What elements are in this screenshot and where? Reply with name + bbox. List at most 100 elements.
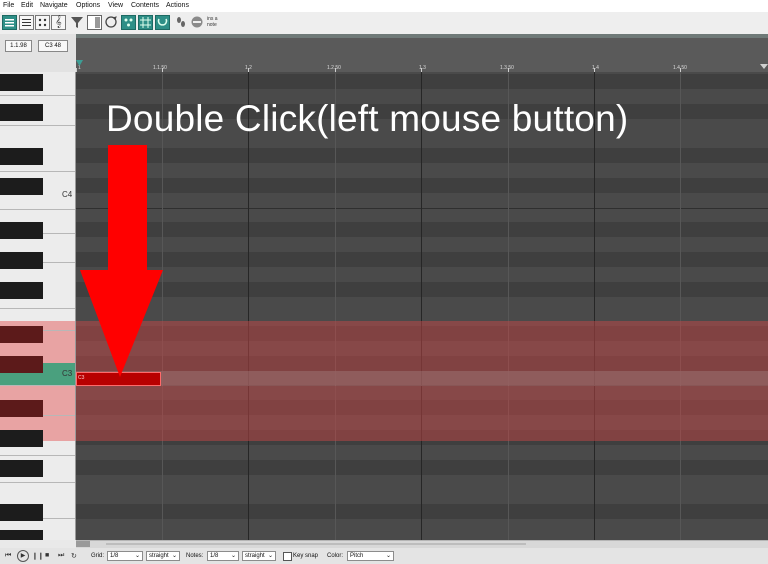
scroll-thumb[interactable] bbox=[106, 543, 526, 545]
black-key-row bbox=[76, 460, 768, 475]
color-label: Color: bbox=[327, 553, 344, 559]
black-key[interactable] bbox=[0, 326, 43, 343]
black-key[interactable] bbox=[0, 356, 43, 373]
bottom-bar: ⏮ ▶ ❙❙ ■ ⏭ ↻ Grid: 1/8 ⌄ straight ⌄ Notes:… bbox=[0, 548, 768, 564]
zoom-handle[interactable] bbox=[76, 541, 90, 547]
timeline-ruler[interactable]: 1 1.1.50 1.2 1.2.50 1.3 1.3.50 1.4 1.4.5… bbox=[76, 34, 768, 72]
chevron-down-icon: ⌄ bbox=[230, 553, 236, 559]
white-key-line bbox=[0, 385, 75, 386]
play-icon[interactable]: ▶ bbox=[17, 550, 29, 562]
chevron-down-icon: ⌄ bbox=[134, 553, 140, 559]
ruler-label: 1.1.50 bbox=[153, 65, 167, 71]
menu-contents[interactable]: Contents bbox=[131, 2, 159, 9]
key-snap-checkbox[interactable] bbox=[283, 552, 292, 561]
key-snap-label: Key snap bbox=[293, 553, 319, 559]
grid-select[interactable]: 1/8 ⌄ bbox=[107, 551, 143, 561]
black-key[interactable] bbox=[0, 252, 43, 269]
black-key-row bbox=[76, 222, 768, 237]
grid-mode-value: straight bbox=[149, 553, 169, 559]
menu-bar: File Edit Navigate Options View Contents… bbox=[0, 0, 768, 12]
menu-options[interactable]: Options bbox=[76, 2, 100, 9]
black-key-row bbox=[76, 178, 768, 193]
note-position-display[interactable]: C3 48 bbox=[38, 40, 68, 52]
color-select[interactable]: Pitch ⌄ bbox=[347, 551, 394, 561]
piano-roll-view-icon[interactable] bbox=[2, 15, 17, 30]
key-label-c3: C3 bbox=[62, 369, 73, 378]
pause-icon[interactable]: ❙❙ bbox=[32, 552, 44, 560]
black-key[interactable] bbox=[0, 148, 43, 165]
rewind-icon[interactable]: ⏮ bbox=[5, 552, 11, 560]
step-input-icon[interactable] bbox=[174, 15, 189, 30]
white-key-line bbox=[0, 95, 75, 96]
black-key[interactable] bbox=[0, 104, 43, 121]
notes-mode-value: straight bbox=[245, 553, 265, 559]
black-key[interactable] bbox=[0, 222, 43, 239]
notes-select-value: 1/8 bbox=[210, 553, 219, 559]
drum-view-icon[interactable] bbox=[35, 15, 50, 30]
black-key-row bbox=[76, 148, 768, 163]
playhead-marker-icon[interactable] bbox=[76, 60, 84, 68]
notes-mode-select[interactable]: straight ⌄ bbox=[242, 551, 276, 561]
grid-line bbox=[248, 72, 249, 540]
black-key[interactable] bbox=[0, 400, 43, 417]
black-key[interactable] bbox=[0, 460, 43, 477]
menu-view[interactable]: View bbox=[108, 2, 123, 9]
insert-note-label: ins a note bbox=[207, 16, 218, 28]
piano-keyboard[interactable]: C4 C3 bbox=[0, 72, 76, 540]
toolbar: 𝄞 ins a note bbox=[0, 12, 768, 35]
black-key[interactable] bbox=[0, 282, 43, 299]
chevron-down-icon: ⌄ bbox=[267, 553, 273, 559]
white-key-line bbox=[0, 455, 75, 456]
octave-line bbox=[76, 208, 768, 209]
white-key-line bbox=[0, 482, 75, 483]
ruler-label: 1.2.50 bbox=[327, 65, 341, 71]
filter-icon[interactable] bbox=[70, 15, 85, 30]
menu-edit[interactable]: Edit bbox=[21, 2, 33, 9]
note-grid[interactable]: C3 bbox=[76, 72, 768, 540]
black-key[interactable] bbox=[0, 530, 43, 540]
black-key-row bbox=[76, 74, 768, 89]
menu-actions[interactable]: Actions bbox=[166, 2, 189, 9]
ruler-label: 1.3.50 bbox=[500, 65, 514, 71]
chevron-down-icon: ⌄ bbox=[171, 553, 177, 559]
color-select-value: Pitch bbox=[350, 553, 364, 559]
white-key-line bbox=[0, 308, 75, 309]
grid-line bbox=[680, 72, 681, 540]
grid-icon[interactable] bbox=[138, 15, 153, 30]
menu-file[interactable]: File bbox=[3, 2, 14, 9]
white-key-line bbox=[0, 171, 75, 172]
grid-mode-select[interactable]: straight ⌄ bbox=[146, 551, 180, 561]
treble-clef-icon[interactable]: 𝄞 bbox=[51, 15, 66, 30]
black-key[interactable] bbox=[0, 178, 43, 195]
instruction-text: Double Click(left mouse button) bbox=[106, 98, 629, 139]
position-panel: 1.1.98 C3 48 bbox=[0, 34, 76, 72]
grid-line bbox=[335, 72, 336, 540]
grid-label: Grid: bbox=[91, 553, 105, 559]
time-position-display[interactable]: 1.1.98 bbox=[5, 40, 32, 52]
black-key[interactable] bbox=[0, 504, 43, 521]
white-key-line bbox=[0, 125, 75, 126]
black-key[interactable] bbox=[0, 430, 43, 447]
black-key[interactable] bbox=[0, 74, 43, 91]
grid-line bbox=[594, 72, 595, 540]
list-view-icon[interactable] bbox=[87, 15, 102, 30]
white-key-line bbox=[0, 209, 75, 210]
black-key-row bbox=[76, 252, 768, 267]
snap-icon[interactable] bbox=[155, 15, 170, 30]
note-color-icon[interactable] bbox=[121, 15, 136, 30]
named-notes-icon[interactable] bbox=[19, 15, 34, 30]
black-key-row bbox=[76, 282, 768, 297]
chevron-down-icon: ⌄ bbox=[385, 553, 391, 559]
midi-input-icon[interactable] bbox=[190, 15, 205, 30]
repeat-icon[interactable]: ↻ bbox=[71, 552, 77, 560]
stop-icon[interactable]: ■ bbox=[45, 552, 49, 559]
menu-navigate[interactable]: Navigate bbox=[40, 2, 68, 9]
ruler-header-strip bbox=[76, 34, 768, 38]
c3-row-highlight bbox=[76, 371, 768, 386]
notes-label: Notes: bbox=[186, 553, 204, 559]
grid-line bbox=[508, 72, 509, 540]
loop-icon[interactable] bbox=[104, 15, 119, 30]
notes-select[interactable]: 1/8 ⌄ bbox=[207, 551, 239, 561]
grid-select-value: 1/8 bbox=[110, 553, 119, 559]
forward-icon[interactable]: ⏭ bbox=[58, 552, 64, 560]
